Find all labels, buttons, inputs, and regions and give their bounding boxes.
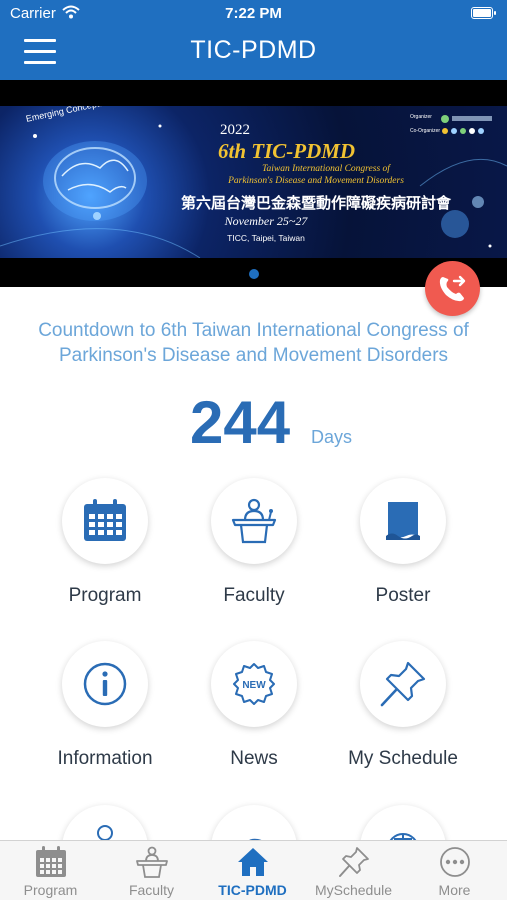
banner-subtitle-line2: Parkinson's Disease and Movement Disorde… xyxy=(228,176,404,186)
status-bar: Carrier 7:22 PM xyxy=(0,0,507,28)
new-badge-icon: NEW xyxy=(233,663,275,705)
phone-forward-icon xyxy=(439,275,466,302)
battery-icon xyxy=(471,7,496,19)
tab-program[interactable]: Program xyxy=(0,841,101,900)
news-tile-label: News xyxy=(230,748,278,769)
tab-faculty[interactable]: Faculty xyxy=(101,841,202,900)
information-tile-label: Information xyxy=(57,748,153,769)
poster-tile-circle[interactable] xyxy=(360,478,446,564)
faculty-tile-label: Faculty xyxy=(223,585,285,606)
countdown-days-unit: Days xyxy=(311,427,353,447)
banner-subtitle-line1: Taiwan International Congress of xyxy=(262,164,390,174)
home-icon xyxy=(238,848,268,876)
faculty-tile-circle[interactable] xyxy=(211,478,297,564)
tab-myschedule[interactable]: MySchedule xyxy=(303,841,404,900)
banner-venue: TICC, Taipei, Taiwan xyxy=(227,233,305,243)
tab-more-label: More xyxy=(438,882,471,898)
podium-speaker-icon xyxy=(136,846,168,878)
banner-carousel[interactable]: Emerging Concepts and Innovating Technol… xyxy=(0,80,507,287)
tab-myschedule-label: MySchedule xyxy=(314,882,393,898)
tab-more[interactable]: More xyxy=(404,841,505,900)
poster-tile-label: Poster xyxy=(375,585,431,606)
carousel-page-indicator[interactable] xyxy=(249,269,259,279)
congress-banner-image[interactable]: Emerging Concepts and Innovating Technol… xyxy=(0,106,507,258)
banner-year: 2022 xyxy=(220,122,250,138)
banner-title: 6th TIC-PDMD xyxy=(218,139,356,163)
svg-text:NEW: NEW xyxy=(242,680,266,691)
calendar-icon xyxy=(84,499,126,541)
calendar-icon xyxy=(36,846,66,877)
banner-dates: November 25~27 xyxy=(224,214,308,228)
my-schedule-tile-label: My Schedule xyxy=(348,748,458,769)
tab-program-label: Program xyxy=(23,882,78,898)
program-tile-label: Program xyxy=(68,585,142,606)
poster-tile[interactable]: Poster xyxy=(328,478,478,628)
tab-faculty-label: Faculty xyxy=(128,882,175,898)
countdown-days-number: 244 xyxy=(190,389,291,456)
app-header: Carrier 7:22 PM TIC-PDMD xyxy=(0,0,507,80)
news-tile-circle[interactable]: NEW xyxy=(211,641,297,727)
page-title: TIC-PDMD xyxy=(190,36,317,64)
podium-speaker-icon xyxy=(231,498,277,544)
my-schedule-tile[interactable]: My Schedule xyxy=(328,641,478,791)
poster-icon xyxy=(386,502,420,540)
info-icon xyxy=(83,662,127,706)
clock: 7:22 PM xyxy=(225,5,282,22)
pushpin-icon xyxy=(339,847,369,877)
call-fab-button[interactable] xyxy=(425,261,480,316)
information-tile-circle[interactable] xyxy=(62,641,148,727)
bottom-tab-bar: Program Faculty TIC-PDMD MySchedule More xyxy=(0,840,507,900)
program-tile-circle[interactable] xyxy=(62,478,148,564)
more-dots-icon xyxy=(440,847,470,877)
faculty-tile[interactable]: Faculty xyxy=(179,478,329,628)
banner-organizer-label: Organizer xyxy=(410,114,432,120)
organizer-logos-icon xyxy=(441,115,492,134)
banner-co-organizer-label: Co-Organizer xyxy=(410,128,441,134)
pushpin-icon xyxy=(380,661,426,707)
countdown-title: Countdown to 6th Taiwan International Co… xyxy=(38,320,469,366)
my-schedule-tile-circle[interactable] xyxy=(360,641,446,727)
information-tile[interactable]: Information xyxy=(30,641,180,791)
tab-home-label: TIC-PDMD xyxy=(218,882,287,898)
program-tile[interactable]: Program xyxy=(30,478,180,628)
news-tile[interactable]: NEW News xyxy=(179,641,329,791)
tab-home[interactable]: TIC-PDMD xyxy=(202,841,303,900)
banner-chinese-title: 第六屆台灣巴金森暨動作障礙疾病研討會 xyxy=(180,194,451,212)
